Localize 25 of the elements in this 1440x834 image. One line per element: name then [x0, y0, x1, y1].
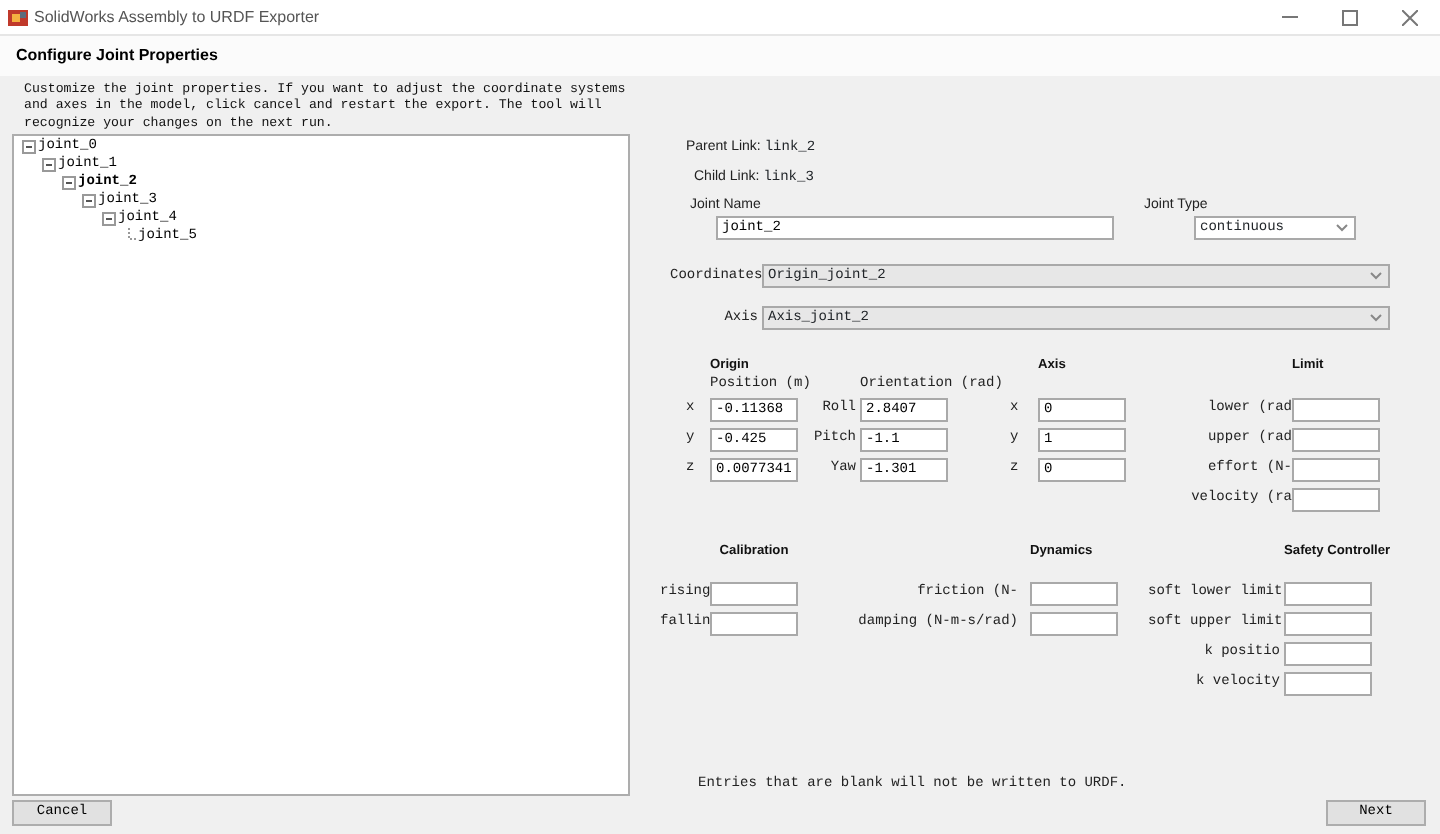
window-title: SolidWorks Assembly to URDF Exporter	[34, 5, 320, 29]
app-icon	[8, 7, 28, 27]
caret-icon	[1370, 272, 1382, 281]
collapse-icon[interactable]	[62, 176, 76, 191]
safety-field[interactable]	[1284, 641, 1372, 666]
safety-field[interactable]	[1284, 611, 1372, 636]
calibration-field[interactable]	[710, 611, 798, 636]
limit-field[interactable]	[1292, 457, 1380, 482]
dynamics-field[interactable]	[1030, 611, 1118, 636]
collapse-icon[interactable]	[82, 194, 96, 209]
maximize-icon[interactable]	[1342, 9, 1358, 25]
collapse-icon[interactable]	[42, 158, 56, 173]
collapse-icon[interactable]	[102, 212, 116, 227]
caret-icon	[1336, 224, 1348, 233]
dynamics-field[interactable]	[1030, 581, 1118, 606]
limit-field[interactable]	[1292, 487, 1380, 512]
calibration-field[interactable]	[710, 581, 798, 606]
limit-field[interactable]	[1292, 397, 1380, 422]
safety-field[interactable]	[1284, 671, 1372, 696]
safety-field[interactable]	[1284, 581, 1372, 606]
limit-field[interactable]	[1292, 427, 1380, 452]
collapse-icon[interactable]	[22, 140, 36, 155]
close-icon[interactable]	[1402, 9, 1418, 25]
page-heading: Configure Joint Properties	[16, 44, 218, 68]
caret-icon	[1370, 314, 1382, 323]
